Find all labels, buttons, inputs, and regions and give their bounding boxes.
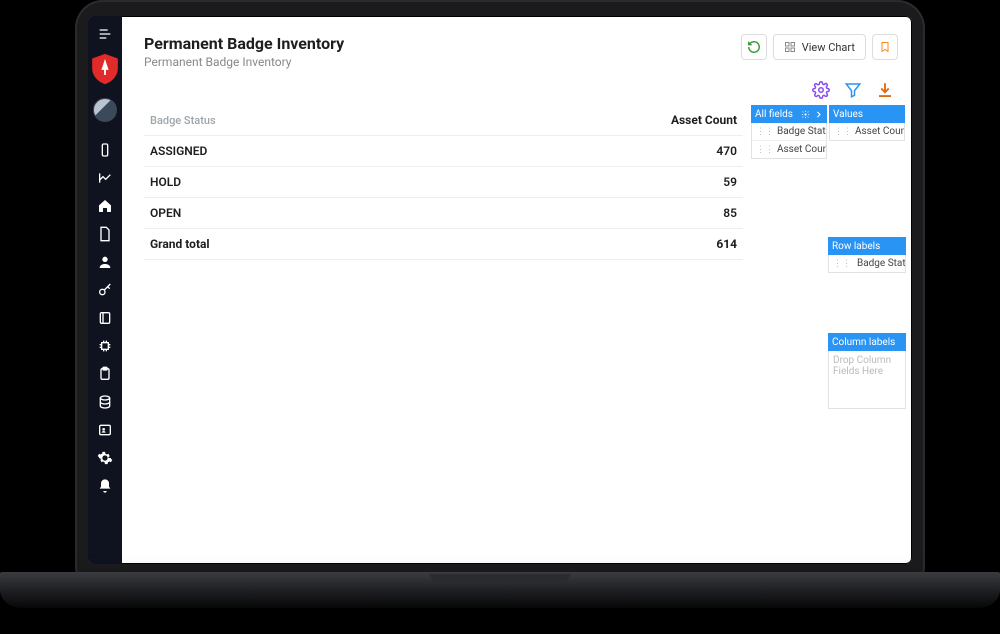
row-labels-header[interactable]: Row labels — [828, 237, 906, 255]
field-item[interactable]: ⋮⋮Badge Status — [752, 123, 826, 141]
laptop-mockup: Permanent Badge Inventory Permanent Badg… — [0, 0, 1000, 634]
content-area: Permanent Badge Inventory Permanent Badg… — [122, 16, 912, 564]
values-header[interactable]: Values — [829, 105, 905, 123]
home-icon[interactable] — [95, 196, 115, 216]
sidebar — [88, 16, 122, 564]
menu-icon[interactable] — [95, 24, 115, 44]
chart-icon[interactable] — [95, 168, 115, 188]
shield-icon[interactable] — [91, 52, 119, 86]
field-item[interactable]: ⋮⋮Asset Count (Su... — [830, 123, 904, 140]
breadcrumb: Permanent Badge Inventory — [144, 55, 344, 69]
contact-icon[interactable] — [95, 420, 115, 440]
page-header: Permanent Badge Inventory Permanent Badg… — [122, 16, 912, 77]
filter-icon[interactable] — [844, 81, 862, 99]
avatar[interactable] — [93, 98, 117, 122]
key-icon[interactable] — [95, 280, 115, 300]
chevron-right-icon[interactable] — [814, 110, 823, 119]
field-item[interactable]: ⋮⋮ Badge Status — [829, 255, 905, 272]
laptop-base — [0, 572, 1000, 608]
table-row[interactable]: OPEN 85 — [144, 198, 743, 229]
gear-icon[interactable] — [801, 110, 810, 119]
chip-icon[interactable] — [95, 336, 115, 356]
refresh-button[interactable] — [741, 34, 767, 60]
table-row[interactable]: HOLD 59 — [144, 167, 743, 198]
table-row[interactable]: ASSIGNED 470 — [144, 136, 743, 167]
bell-icon[interactable] — [95, 476, 115, 496]
book-icon[interactable] — [95, 308, 115, 328]
field-item[interactable]: ⋮⋮Asset Count — [752, 141, 826, 158]
user-icon[interactable] — [95, 252, 115, 272]
view-chart-button[interactable]: View Chart — [773, 34, 866, 60]
device-icon[interactable] — [95, 140, 115, 160]
gear-icon[interactable] — [95, 448, 115, 468]
table-total-row: Grand total 614 — [144, 229, 743, 260]
column-labels-header[interactable]: Column labels — [828, 333, 906, 351]
clipboard-icon[interactable] — [95, 364, 115, 384]
download-icon[interactable] — [876, 81, 894, 99]
pivot-table: Badge Status Asset Count ASSIGNED 470 HO… — [144, 105, 743, 554]
app-screen: Permanent Badge Inventory Permanent Badg… — [88, 16, 912, 564]
bookmark-button[interactable] — [872, 34, 898, 60]
column-labels-dropzone[interactable]: Drop Column Fields Here — [828, 351, 906, 409]
settings-icon[interactable] — [812, 81, 830, 99]
column-header-status[interactable]: Badge Status — [144, 105, 443, 136]
view-chart-label: View Chart — [802, 41, 855, 54]
all-fields-header[interactable]: All fields — [751, 105, 827, 123]
page-title: Permanent Badge Inventory — [144, 34, 344, 53]
column-header-count[interactable]: Asset Count — [443, 105, 743, 136]
database-icon[interactable] — [95, 392, 115, 412]
pivot-field-panel: All fields ⋮⋮Badge Status ⋮⋮Asset Count — [751, 105, 906, 554]
toolbar — [122, 77, 912, 105]
file-icon[interactable] — [95, 224, 115, 244]
